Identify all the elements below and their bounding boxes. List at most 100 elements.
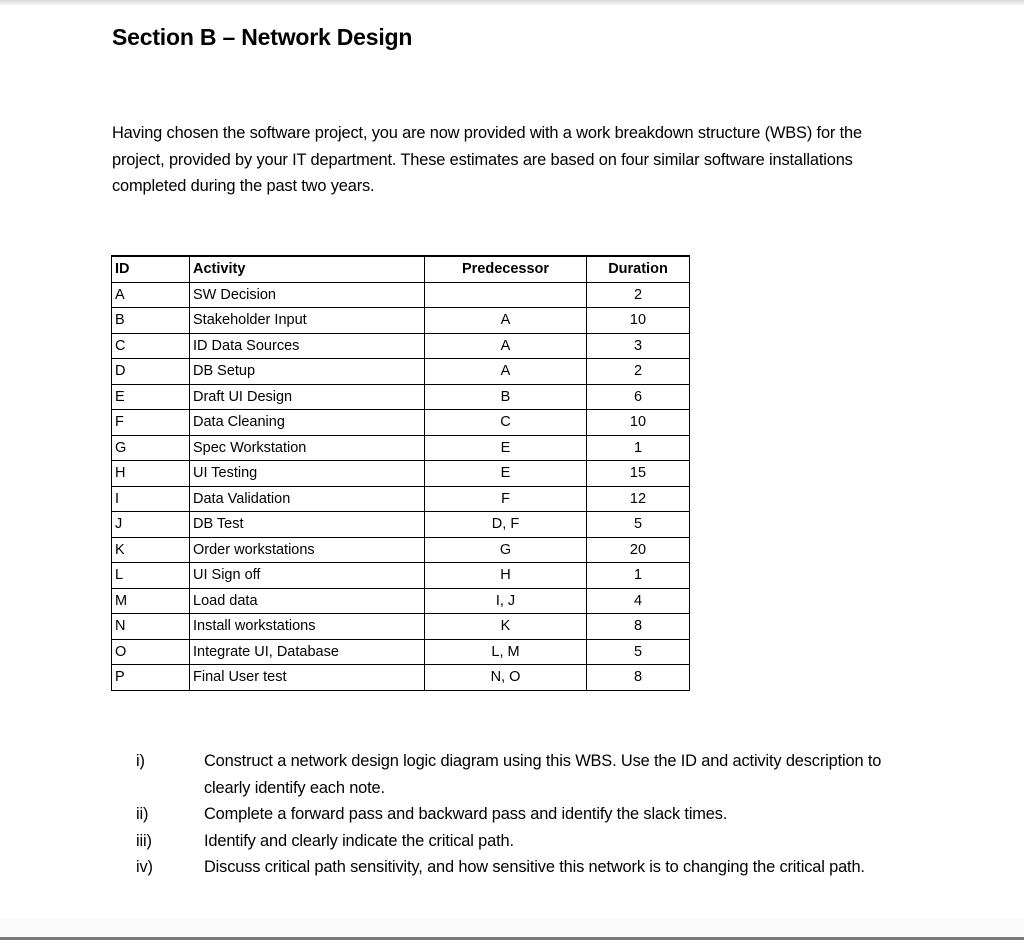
cell-id: G	[111, 434, 190, 461]
cell-predecessor: K	[424, 613, 587, 640]
cell-duration: 5	[586, 511, 690, 538]
cell-duration: 2	[586, 358, 690, 385]
cell-duration: 2	[586, 281, 690, 308]
cell-predecessor: N, O	[424, 664, 587, 691]
cell-predecessor: E	[424, 434, 587, 461]
question-item: ii) Complete a forward pass and backward …	[136, 801, 896, 828]
cell-activity: Spec Workstation	[189, 434, 425, 461]
cell-duration: 5	[586, 638, 690, 665]
table-row: B Stakeholder Input A 10	[111, 307, 690, 334]
cell-activity: Order workstations	[189, 536, 425, 563]
cell-id: F	[111, 409, 190, 436]
cell-duration: 15	[586, 460, 690, 487]
cell-id: D	[111, 358, 190, 385]
table-row: O Integrate UI, Database L, M5	[111, 638, 690, 665]
cell-predecessor: I, J	[424, 587, 587, 614]
cell-id: M	[111, 587, 190, 614]
cell-id: C	[111, 332, 190, 359]
cell-activity: Final User test	[189, 664, 425, 691]
table-row: L UI Sign off H 1	[111, 562, 690, 589]
cell-duration: 10	[586, 409, 690, 436]
cell-activity: DB Test	[189, 511, 425, 538]
question-item: iii) Identify and clearly indicate the cr…	[136, 828, 896, 855]
question-number: ii)	[136, 805, 149, 823]
cell-predecessor: H	[424, 562, 587, 589]
cell-id: O	[111, 638, 190, 665]
cell-activity: Install workstations	[189, 613, 425, 640]
cell-activity: ID Data Sources	[189, 332, 425, 359]
cell-predecessor: E	[424, 460, 587, 487]
cell-id: A	[111, 281, 190, 308]
table-row: P Final User test N, O8	[111, 664, 690, 691]
table-row: N Install workstations K 8	[111, 613, 690, 640]
section-title: Section B – Network Design	[112, 24, 413, 50]
cell-activity: DB Setup	[189, 358, 425, 385]
cell-predecessor: L, M	[424, 638, 587, 665]
table-row: D DB Setup A 2	[111, 358, 690, 385]
table-row: I Data Validation F 12	[111, 485, 690, 512]
table-row: K Order workstations G 20	[111, 536, 690, 563]
cell-duration: 8	[586, 664, 690, 691]
cell-activity: Load data	[189, 587, 425, 614]
cell-id: N	[111, 613, 190, 640]
wbs-table-body: A SW Decision 2 B Stakeholder Input A 10 C ID Da…	[111, 281, 690, 691]
cell-duration: 20	[586, 536, 690, 563]
page-top-edge	[0, 0, 1024, 6]
cell-activity: UI Testing	[189, 460, 425, 487]
cell-duration: 10	[586, 307, 690, 334]
intro-paragraph: Having chosen the software project, you …	[112, 124, 862, 195]
question-number: iv)	[136, 858, 153, 876]
cell-duration: 6	[586, 383, 690, 410]
question-text: Discuss critical path sensitivity, and h…	[204, 858, 865, 876]
cell-id: I	[111, 485, 190, 512]
cell-duration: 1	[586, 434, 690, 461]
question-text: Identify and clearly indicate the critic…	[204, 831, 514, 850]
table-header-row: ID Activity Predecessor Duration	[111, 255, 690, 283]
question-text: Complete a forward pass and backward pas…	[204, 805, 728, 823]
question-item: i) Construct a network design logic diagr…	[136, 748, 896, 801]
page-bottom-margin	[0, 918, 1024, 937]
cell-activity: SW Decision	[189, 281, 425, 308]
cell-duration: 8	[586, 613, 690, 640]
cell-activity: Integrate UI, Database	[189, 638, 425, 665]
cell-predecessor: G	[424, 536, 587, 563]
question-text: Construct a network design logic diagram…	[204, 752, 882, 797]
cell-activity: UI Sign off	[189, 562, 425, 589]
cell-duration: 4	[586, 587, 690, 614]
cell-id: K	[111, 536, 190, 563]
cell-id: E	[111, 383, 190, 410]
table-row: E Draft UI Design B 6	[111, 383, 690, 410]
cell-predecessor: C	[424, 409, 587, 436]
header-predecessor: Predecessor	[424, 255, 587, 283]
cell-duration: 1	[586, 562, 690, 589]
cell-id: P	[111, 664, 190, 691]
cell-activity: Stakeholder Input	[189, 307, 425, 334]
cell-activity: Data Validation	[189, 485, 425, 512]
cell-predecessor: A	[424, 358, 587, 385]
cell-activity: Draft UI Design	[189, 383, 425, 410]
table-row: C ID Data Sources A 3	[111, 332, 690, 359]
question-number: i)	[136, 752, 145, 770]
table-row: A SW Decision 2	[111, 281, 690, 308]
header-duration: Duration	[586, 255, 690, 283]
header-activity: Activity	[189, 255, 425, 283]
question-number: iii)	[136, 831, 152, 850]
table-row: G Spec Workstation E 1	[111, 434, 690, 461]
cell-predecessor: A	[424, 307, 587, 334]
table-row: H UI Testing E 15	[111, 460, 690, 487]
header-id: ID	[111, 255, 190, 283]
cell-id: J	[111, 511, 190, 538]
cell-predecessor: F	[424, 485, 587, 512]
cell-predecessor: B	[424, 383, 587, 410]
cell-id: H	[111, 460, 190, 487]
cell-predecessor: D, F	[424, 511, 587, 538]
cell-predecessor	[424, 281, 587, 308]
cell-duration: 3	[586, 332, 690, 359]
question-list: i) Construct a network design logic diagr…	[136, 748, 896, 881]
cell-id: L	[111, 562, 190, 589]
cell-duration: 12	[586, 485, 690, 512]
wbs-table: ID Activity Predecessor Duration A SW Dec…	[111, 255, 690, 691]
cell-id: B	[111, 307, 190, 334]
table-row: M Load data I, J4	[111, 587, 690, 614]
cell-activity: Data Cleaning	[189, 409, 425, 436]
